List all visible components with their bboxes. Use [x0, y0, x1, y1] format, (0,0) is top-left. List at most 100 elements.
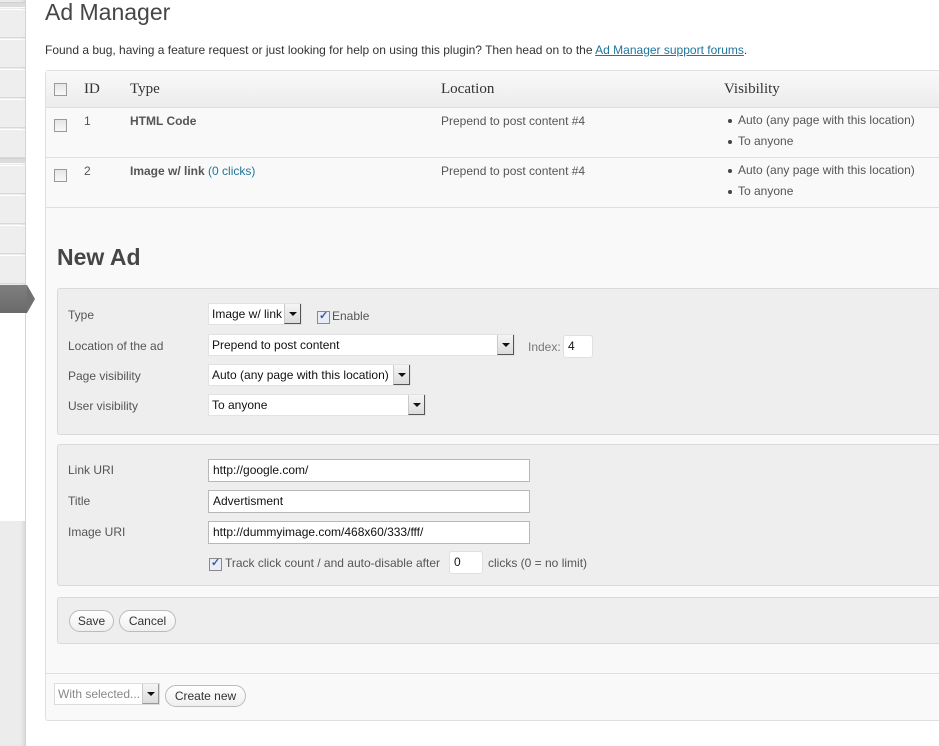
ad-visibility-cell: Auto (any page with this location) To an…	[724, 157, 939, 208]
table-row: 2 Image w/ link (0 clicks) Prepend to po…	[46, 157, 939, 208]
select-all-cell	[46, 71, 84, 108]
select-all-checkbox[interactable]	[54, 82, 67, 96]
chevron-down-icon	[497, 335, 514, 355]
sidebar-active-item[interactable]	[0, 285, 27, 313]
column-header-id[interactable]: ID	[84, 71, 130, 108]
location-select[interactable]: Prepend to post content	[208, 334, 515, 356]
sidebar-menu-item[interactable]	[0, 255, 25, 284]
chevron-down-icon	[284, 304, 301, 324]
click-limit-input[interactable]: 0	[449, 551, 483, 574]
column-header-location[interactable]: Location	[441, 71, 724, 108]
sidebar-menu-item[interactable]	[0, 195, 25, 224]
chevron-down-icon	[142, 684, 159, 704]
title-input[interactable]: Advertisment	[208, 490, 530, 513]
ad-type-cell: Image w/ link (0 clicks)	[130, 157, 441, 208]
location-row: Location of the ad Prepend to post conte…	[58, 334, 939, 361]
sidebar-menu-item[interactable]	[0, 225, 25, 254]
visibility-list: Auto (any page with this location) To an…	[724, 110, 939, 152]
chevron-down-icon	[393, 365, 410, 385]
enable-checkbox[interactable]	[317, 309, 330, 324]
column-header-visibility[interactable]: Visibility	[724, 71, 939, 108]
index-input[interactable]: 4	[563, 335, 593, 358]
active-pointer-icon	[27, 285, 35, 313]
ad-id: 1	[84, 107, 130, 158]
support-forums-link[interactable]: Ad Manager support forums	[595, 43, 744, 57]
index-label: Index:	[528, 340, 561, 354]
ad-location: Prepend to post content #4	[441, 157, 724, 208]
cancel-button[interactable]: Cancel	[119, 610, 176, 632]
sidebar-menu-item[interactable]	[0, 165, 25, 194]
visibility-item: To anyone	[724, 181, 939, 202]
ad-type-cell: HTML Code	[130, 107, 441, 158]
sidebar-submenu	[0, 313, 25, 521]
table-header-row: ID Type Location Visibility	[46, 71, 939, 108]
row-checkbox[interactable]	[54, 168, 67, 182]
new-ad-heading: New Ad	[57, 244, 141, 270]
sidebar-menu-item[interactable]	[0, 69, 25, 98]
sidebar-menu-item[interactable]	[0, 129, 25, 158]
type-label: Type	[68, 308, 95, 322]
type-select[interactable]: Image w/ link	[208, 303, 302, 325]
visibility-item: Auto (any page with this location)	[724, 110, 939, 131]
row-checkbox[interactable]	[54, 118, 67, 132]
sidebar-menu-item[interactable]	[0, 9, 25, 38]
create-new-button[interactable]: Create new	[165, 685, 246, 707]
sidebar-separator	[0, 158, 25, 164]
location-select-value: Prepend to post content	[212, 338, 340, 352]
visibility-item: Auto (any page with this location)	[724, 160, 939, 181]
track-clicks-row: Track click count / and auto-disable aft…	[58, 551, 939, 578]
intro-text-suffix: .	[743, 43, 748, 57]
page-visibility-label: Page visibility	[68, 369, 141, 383]
column-header-type[interactable]: Type	[130, 71, 441, 108]
ads-table: ID Type Location Visibility 1 HTML Code …	[46, 71, 939, 208]
row-select-cell	[46, 157, 84, 208]
page-visibility-select[interactable]: Auto (any page with this location)	[208, 364, 411, 386]
title-row: Title Advertisment	[58, 490, 939, 516]
ad-clicks-link[interactable]: (0 clicks)	[208, 164, 255, 178]
type-select-value: Image w/ link	[212, 307, 283, 321]
page-title: Ad Manager	[45, 0, 171, 25]
sidebar-menu-item[interactable]	[0, 99, 25, 128]
row-select-cell	[46, 107, 84, 158]
ad-visibility-cell: Auto (any page with this location) To an…	[724, 107, 939, 158]
title-label: Title	[68, 494, 91, 508]
track-clicks-checkbox[interactable]	[209, 556, 222, 571]
location-label: Location of the ad	[68, 339, 164, 353]
user-visibility-value: To anyone	[212, 398, 268, 412]
ad-location: Prepend to post content #4	[441, 107, 724, 158]
page-visibility-value: Auto (any page with this location)	[212, 368, 389, 382]
admin-sidebar	[0, 0, 26, 746]
user-visibility-label: User visibility	[68, 399, 139, 413]
enable-label: Enable	[332, 309, 370, 323]
visibility-list: Auto (any page with this location) To an…	[724, 160, 939, 202]
intro-text-body: Found a bug, having a feature request or…	[45, 43, 596, 57]
user-visibility-row: User visibility To anyone	[58, 394, 939, 421]
page-visibility-row: Page visibility Auto (any page with this…	[58, 364, 939, 391]
ad-id: 2	[84, 157, 130, 208]
click-limit-suffix: clicks (0 = no limit)	[488, 556, 588, 570]
sidebar-menu-item[interactable]	[0, 39, 25, 68]
intro-text: Found a bug, having a feature request or…	[45, 43, 747, 57]
bulk-action-select[interactable]: With selected...	[54, 683, 160, 705]
link-uri-row: Link URI http://google.com/	[58, 459, 939, 485]
type-row: Type Image w/ link Enable	[58, 303, 939, 330]
save-button[interactable]: Save	[69, 610, 114, 632]
image-uri-input[interactable]: http://dummyimage.com/468x60/333/fff/	[208, 521, 530, 544]
link-uri-input[interactable]: http://google.com/	[208, 459, 530, 482]
link-uri-label: Link URI	[68, 463, 115, 477]
visibility-item: To anyone	[724, 131, 939, 152]
image-settings-panel: Link URI http://google.com/ Title Advert…	[57, 444, 939, 586]
user-visibility-select[interactable]: To anyone	[208, 394, 426, 416]
footer-divider	[46, 673, 939, 674]
sidebar-separator	[0, 2, 25, 8]
bulk-action-value: With selected...	[58, 687, 141, 701]
chevron-down-icon	[408, 395, 425, 415]
ad-type-link[interactable]: HTML Code	[130, 114, 196, 128]
table-row: 1 HTML Code Prepend to post content #4 A…	[46, 107, 939, 158]
ad-settings-panel: Type Image w/ link Enable Location of th…	[57, 288, 939, 435]
ad-type-link[interactable]: Image w/ link	[130, 164, 205, 178]
image-uri-row: Image URI http://dummyimage.com/468x60/3…	[58, 521, 939, 547]
form-actions-panel: Save Cancel	[57, 597, 939, 644]
ads-box: ID Type Location Visibility 1 HTML Code …	[45, 70, 939, 721]
image-uri-label: Image URI	[68, 525, 126, 539]
